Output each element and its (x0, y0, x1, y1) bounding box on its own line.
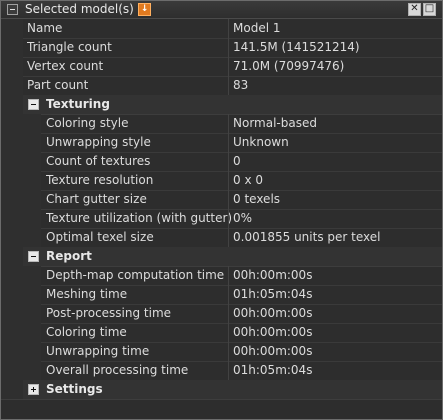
property-label: Texture utilization (with gutter) (46, 211, 233, 225)
collapse-group-icon[interactable] (28, 251, 39, 262)
property-row-overall-processing-time[interactable]: Overall processing time 01h:05m:04s (1, 361, 442, 381)
property-row-count-of-textures[interactable]: Count of textures 0 (1, 152, 442, 172)
close-icon[interactable]: ✕ (408, 3, 421, 16)
property-value: 0 x 0 (233, 173, 263, 187)
collapse-icon[interactable] (7, 4, 18, 15)
property-value: 0 (233, 154, 241, 168)
property-label: Part count (27, 78, 89, 92)
property-value: 0.001855 units per texel (233, 230, 381, 244)
property-label: Post-processing time (46, 306, 172, 320)
panel-titlebar: Selected model(s) ↓ ✕ □ (1, 1, 442, 19)
property-value: 00h:00m:00s (233, 344, 313, 358)
property-value: 0% (233, 211, 253, 225)
group-header-texturing[interactable]: Texturing (1, 95, 442, 115)
property-row-coloring-time[interactable]: Coloring time 00h:00m:00s (1, 323, 442, 343)
property-value: 00h:00m:00s (233, 306, 313, 320)
property-label: Triangle count (27, 40, 112, 54)
property-row-post-processing-time[interactable]: Post-processing time 00h:00m:00s (1, 304, 442, 324)
property-label: Coloring style (46, 116, 129, 130)
property-label: Optimal texel size (46, 230, 154, 244)
property-value: Unknown (233, 135, 289, 149)
expand-group-icon[interactable] (28, 384, 39, 395)
property-row-texture-resolution[interactable]: Texture resolution 0 x 0 (1, 171, 442, 191)
property-row-vertex-count[interactable]: Vertex count 71.0M (70997476) (1, 57, 442, 77)
property-label: Count of textures (46, 154, 151, 168)
property-label: Overall processing time (46, 363, 189, 377)
property-grid: Name Model 1 Triangle count 141.5M (1415… (1, 19, 442, 400)
group-label: Report (46, 249, 92, 263)
property-row-meshing-time[interactable]: Meshing time 01h:05m:04s (1, 285, 442, 305)
property-row-unwrapping-style[interactable]: Unwrapping style Unknown (1, 133, 442, 153)
property-label: Meshing time (46, 287, 128, 301)
property-value: 01h:05m:04s (233, 363, 313, 377)
property-label: Unwrapping time (46, 344, 150, 358)
property-row-triangle-count[interactable]: Triangle count 141.5M (141521214) (1, 38, 442, 58)
property-label: Vertex count (27, 59, 104, 73)
property-value: 01h:05m:04s (233, 287, 313, 301)
property-label: Unwrapping style (46, 135, 151, 149)
property-row-chart-gutter-size[interactable]: Chart gutter size 0 texels (1, 190, 442, 210)
group-header-settings[interactable]: Settings (1, 380, 442, 400)
property-row-part-count[interactable]: Part count 83 (1, 76, 442, 96)
pin-icon[interactable]: ↓ (138, 3, 151, 16)
property-row-texture-utilization[interactable]: Texture utilization (with gutter) 0% (1, 209, 442, 229)
property-value: 00h:00m:00s (233, 325, 313, 339)
group-label: Texturing (46, 97, 110, 111)
property-row-unwrapping-time[interactable]: Unwrapping time 00h:00m:00s (1, 342, 442, 362)
property-value: 00h:00m:00s (233, 268, 313, 282)
property-row-name[interactable]: Name Model 1 (1, 19, 442, 39)
group-label: Settings (46, 382, 103, 396)
property-label: Coloring time (46, 325, 127, 339)
property-row-depth-map-time[interactable]: Depth-map computation time 00h:00m:00s (1, 266, 442, 286)
property-label: Name (27, 21, 63, 35)
property-value: 71.0M (70997476) (233, 59, 345, 73)
property-value: Model 1 (233, 21, 281, 35)
maximize-icon[interactable]: □ (423, 3, 436, 16)
property-value: 141.5M (141521214) (233, 40, 360, 54)
group-header-report[interactable]: Report (1, 247, 442, 267)
panel-title: Selected model(s) (25, 2, 134, 16)
empty-area (1, 400, 442, 419)
property-label: Texture resolution (46, 173, 154, 187)
property-label: Depth-map computation time (46, 268, 225, 282)
collapse-group-icon[interactable] (28, 99, 39, 110)
property-value: Normal-based (233, 116, 317, 130)
property-label: Chart gutter size (46, 192, 147, 206)
selected-models-panel: Selected model(s) ↓ ✕ □ Name Model 1 Tri… (0, 0, 443, 420)
property-row-coloring-style[interactable]: Coloring style Normal-based (1, 114, 442, 134)
property-value: 0 texels (233, 192, 281, 206)
property-row-optimal-texel-size[interactable]: Optimal texel size 0.001855 units per te… (1, 228, 442, 248)
property-value: 83 (233, 78, 249, 92)
